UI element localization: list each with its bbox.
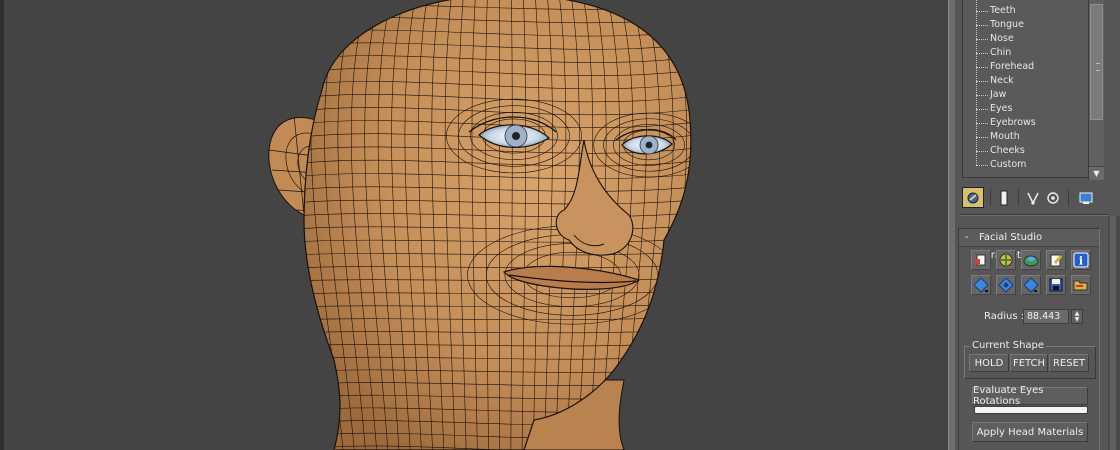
tree-item-mouth[interactable]: Mouth (963, 130, 1093, 144)
radius-label: Radius : (984, 311, 1025, 322)
tree-scrollbar[interactable]: ▼ (1088, 0, 1104, 180)
edit-note-button[interactable] (1046, 250, 1066, 270)
tree-item-label: Teeth (990, 5, 1016, 16)
tree-item-nose[interactable]: Nose (963, 32, 1093, 46)
create-icon (967, 192, 979, 203)
landscape-button[interactable] (1021, 250, 1041, 270)
radius-input[interactable]: 88.443 (1023, 309, 1069, 324)
tree-item-tongue[interactable]: Tongue (963, 18, 1093, 32)
tree-scroll-thumb[interactable] (1090, 4, 1103, 120)
viewport-perspective[interactable] (0, 0, 948, 450)
edit-note-icon (1050, 254, 1063, 267)
tab-modify[interactable] (994, 187, 1014, 208)
open-folder-button[interactable] (1071, 275, 1091, 295)
tree-item-label: Tongue (990, 19, 1024, 30)
viewport-splitter[interactable] (948, 0, 956, 450)
diamond-center-button[interactable] (996, 275, 1016, 295)
panel-scrollbar[interactable] (1108, 216, 1120, 450)
tab-display[interactable] (1076, 187, 1096, 208)
tree-item-label: Jaw (990, 89, 1007, 100)
command-tabs (960, 187, 1100, 209)
tree-item-label: Eyes (990, 103, 1013, 114)
tree-item-label: Mouth (990, 131, 1020, 142)
svg-text:i: i (1079, 255, 1083, 268)
apply-head-materials-button[interactable]: Apply Head Materials (972, 422, 1088, 442)
wheel-button[interactable] (996, 250, 1016, 270)
hold-button[interactable]: HOLD (969, 354, 1009, 372)
tree-item-label: Cheeks (990, 145, 1025, 156)
reset-button[interactable]: RESET (1049, 354, 1089, 372)
fetch-button[interactable]: FETCH (1010, 354, 1048, 372)
diamond-right-button[interactable] (1021, 275, 1041, 295)
evaluate-eyes-rotations-button[interactable]: Evaluate Eyes Rotations (972, 385, 1088, 407)
landscape-icon (1023, 255, 1039, 267)
new-button[interactable] (971, 250, 991, 270)
tree-item-custom[interactable]: Custom (963, 158, 1093, 172)
tab-motion[interactable] (1044, 187, 1062, 208)
hierarchy-icon (1027, 192, 1039, 205)
tree-scroll-down-button[interactable]: ▼ (1089, 166, 1104, 180)
tree-item-eyes[interactable]: Eyes (963, 102, 1093, 116)
tab-hierarchy[interactable] (1024, 187, 1042, 208)
display-icon (1079, 192, 1093, 204)
tree-item-label: Nose (990, 33, 1014, 44)
tree-item-label: Custom (990, 159, 1027, 170)
tree-item-chin[interactable]: Chin (963, 46, 1093, 60)
tree-item-cheeks[interactable]: Cheeks (963, 144, 1093, 158)
tab-create[interactable] (962, 187, 984, 208)
diamond-center-icon (998, 277, 1014, 293)
open-folder-icon (1073, 280, 1088, 291)
tree-item-eyebrows[interactable]: Eyebrows (963, 116, 1093, 130)
modify-icon (1000, 190, 1008, 205)
tree-item-forehead[interactable]: Forehead (963, 60, 1093, 74)
diamond-left-button[interactable] (971, 275, 991, 295)
save-icon (1049, 278, 1063, 292)
wheel-icon (999, 253, 1013, 267)
rollout-header[interactable]: - Facial Studio Parameters (959, 229, 1099, 261)
save-button[interactable] (1046, 275, 1066, 295)
region-tree[interactable]: Teeth Tongue Nose Chin Forehead Neck Jaw Eyes Ey… (962, 0, 1096, 178)
evaluate-progress-bar (974, 406, 1088, 414)
head-mesh[interactable] (4, 0, 948, 450)
tree-item-label: Forehead (990, 61, 1035, 72)
rollout-collapse-toggle[interactable]: - (965, 229, 969, 247)
new-file-icon (975, 254, 986, 266)
tree-item-jaw[interactable]: Jaw (963, 88, 1093, 102)
tree-item-label: Eyebrows (990, 117, 1036, 128)
tree-item-teeth[interactable]: Teeth (963, 4, 1093, 18)
info-button[interactable]: i (1071, 250, 1091, 270)
current-shape-label: Current Shape (970, 340, 1047, 351)
radius-spinner[interactable]: ▲ ▼ (1071, 309, 1083, 324)
motion-icon (1047, 191, 1059, 204)
diamond-left-icon (973, 277, 989, 293)
tree-item-label: Neck (990, 75, 1014, 86)
tree-item-label: Chin (990, 47, 1012, 58)
diamond-right-icon (1023, 277, 1039, 293)
tree-item-neck[interactable]: Neck (963, 74, 1093, 88)
info-icon: i (1073, 252, 1089, 268)
